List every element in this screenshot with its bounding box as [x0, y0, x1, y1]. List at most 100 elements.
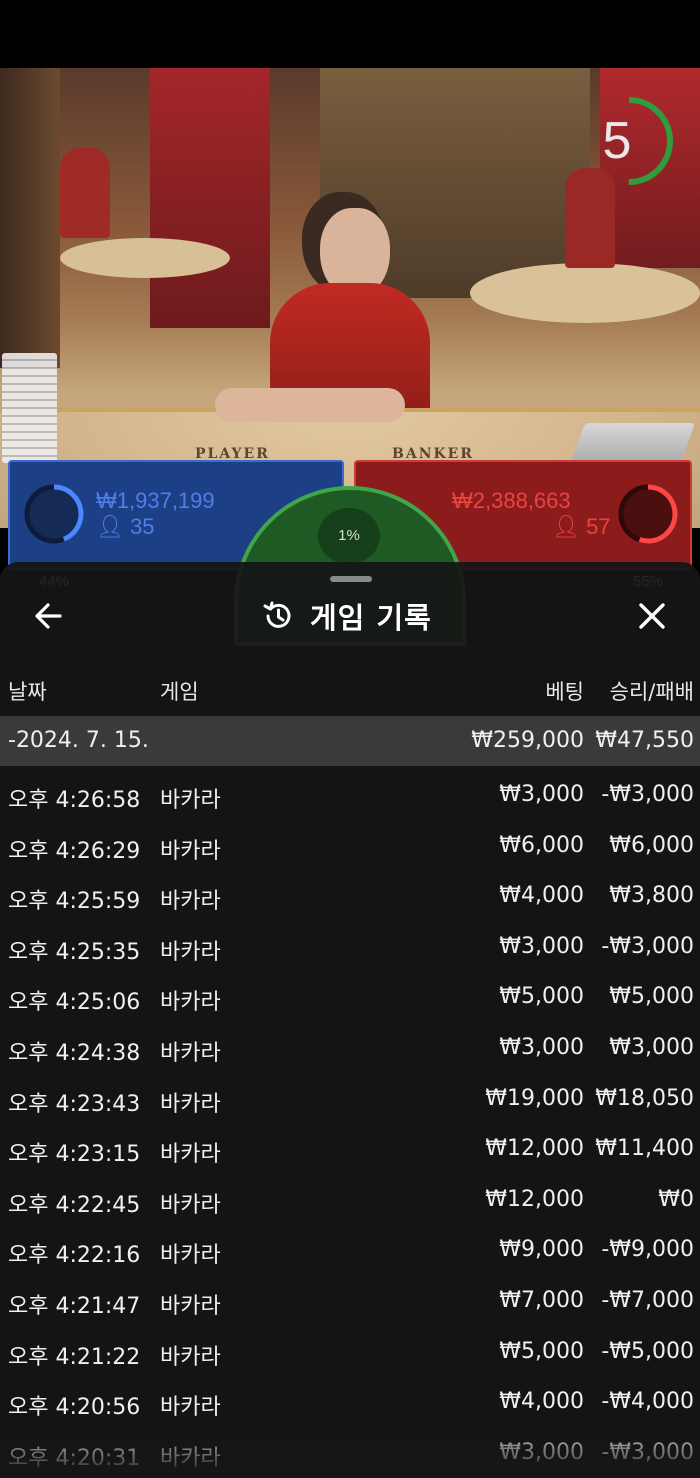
history-row[interactable]: 오후 4:26:58 바카라 ₩3,000 -₩3,000 [0, 770, 700, 820]
row-game: 바카라 [160, 1344, 221, 1370]
row-result-amount: -₩3,000 [601, 782, 694, 807]
row-result-amount: ₩3,000 [609, 1035, 694, 1060]
tie-percent: 1% [318, 508, 380, 564]
row-result-amount: -₩4,000 [601, 1389, 694, 1415]
row-result-amount: -₩3,000 [601, 933, 694, 959]
dealer-arm [215, 388, 405, 422]
row-time: 오후 4:23:43 [8, 1091, 141, 1117]
column-header-date: 날짜 [8, 680, 47, 704]
row-bet-amount: ₩6,000 [499, 832, 584, 858]
row-bet-amount: ₩12,000 [485, 1136, 584, 1162]
banker-count: 👤︎ 57 [552, 514, 611, 540]
column-header-bet: 베팅 [545, 680, 584, 704]
row-result-amount: ₩11,400 [595, 1136, 694, 1162]
row-game: 바카라 [160, 1243, 221, 1269]
history-row[interactable]: 오후 4:23:43 바카라 ₩19,000 ₩18,050 [0, 1074, 700, 1124]
banker-percent-ring: 55% [616, 482, 680, 590]
row-result-amount: ₩0 [658, 1186, 694, 1212]
row-game: 바카라 [160, 1091, 221, 1117]
row-game: 바카라 [160, 1142, 221, 1168]
countdown-value: 5 [602, 112, 632, 170]
sheet-title: 게임 기록 [310, 601, 432, 635]
sheet-header: 게임 기록 [0, 582, 700, 652]
user-icon: 👤︎ [96, 514, 124, 539]
row-time: 오후 4:22:16 [8, 1243, 141, 1269]
banker-total-amount: ₩2,388,663 [452, 488, 571, 513]
backdrop-curtain [0, 68, 60, 368]
row-game: 바카라 [160, 990, 221, 1016]
close-button[interactable] [632, 596, 672, 636]
row-bet-amount: ₩19,000 [485, 1085, 584, 1111]
row-bet-amount: ₩5,000 [499, 1338, 584, 1364]
row-game: 바카라 [160, 1395, 221, 1421]
player-percent-ring: 44% [22, 482, 86, 590]
arrow-left-icon [35, 603, 62, 629]
row-bet-amount: ₩9,000 [499, 1237, 584, 1263]
row-time: 오후 4:26:58 [8, 788, 141, 813]
row-game: 바카라 [160, 889, 221, 915]
row-time: 오후 4:20:56 [8, 1395, 141, 1421]
row-time: 오후 4:23:15 [8, 1142, 141, 1168]
row-bet-amount: ₩4,000 [499, 1389, 584, 1415]
row-time: 오후 4:25:59 [8, 889, 141, 915]
game-history-sheet: 게임 기록 날짜 게임 베팅 승리/패배 -2024. 7. 15. ₩259,… [0, 562, 700, 1478]
row-game: 바카라 [160, 838, 221, 864]
close-icon [639, 603, 665, 629]
row-bet-amount: ₩3,000 [499, 933, 584, 959]
history-row[interactable]: 오후 4:24:38 바카라 ₩3,000 ₩3,000 [0, 1023, 700, 1073]
row-result-amount: -₩7,000 [601, 1288, 694, 1313]
row-time: 오후 4:25:35 [8, 939, 141, 965]
row-bet-amount: ₩12,000 [485, 1186, 584, 1212]
row-result-amount: ₩6,000 [609, 832, 694, 858]
sheet-title-group: 게임 기록 [260, 596, 432, 636]
player-count-value: 35 [130, 514, 155, 539]
history-icon [263, 601, 291, 628]
row-time: 오후 4:21:22 [8, 1344, 141, 1370]
row-bet-amount: ₩3,000 [499, 782, 584, 807]
row-game: 바카라 [160, 1294, 221, 1319]
history-row[interactable]: 오후 4:21:22 바카라 ₩5,000 -₩5,000 [0, 1327, 700, 1377]
history-row[interactable]: 오후 4:25:06 바카라 ₩5,000 ₩5,000 [0, 972, 700, 1022]
row-time: 오후 4:21:47 [8, 1294, 141, 1319]
history-row[interactable]: 오후 4:22:45 바카라 ₩12,000 ₩0 [0, 1175, 700, 1225]
list-fade [0, 1418, 700, 1478]
row-bet-amount: ₩7,000 [499, 1288, 584, 1313]
history-row[interactable]: 오후 4:22:16 바카라 ₩9,000 -₩9,000 [0, 1225, 700, 1275]
row-game: 바카라 [160, 788, 221, 813]
date-group-result-total: ₩47,550 [595, 728, 694, 753]
row-game: 바카라 [160, 1192, 221, 1218]
row-game: 바카라 [160, 939, 221, 965]
background-dealer [60, 148, 110, 238]
player-count: 👤︎ 35 [96, 514, 155, 540]
card-stack [2, 353, 57, 463]
date-group-label: -2024. 7. 15. [8, 728, 149, 753]
row-time: 오후 4:22:45 [8, 1192, 141, 1218]
column-header-game: 게임 [160, 680, 199, 704]
row-result-amount: ₩5,000 [609, 984, 694, 1010]
history-row[interactable]: 오후 4:25:35 바카라 ₩3,000 -₩3,000 [0, 922, 700, 972]
row-time: 오후 4:26:29 [8, 838, 141, 864]
history-row[interactable]: 오후 4:23:15 바카라 ₩12,000 ₩11,400 [0, 1124, 700, 1174]
row-game: 바카라 [160, 1041, 221, 1066]
row-time: 오후 4:25:06 [8, 990, 141, 1016]
history-row[interactable]: 오후 4:25:59 바카라 ₩4,000 ₩3,800 [0, 871, 700, 921]
back-button[interactable] [30, 596, 70, 636]
background-table [60, 238, 230, 278]
countdown-timer: 5 [582, 94, 676, 188]
player-total-amount: ₩1,937,199 [96, 488, 215, 513]
column-header-result: 승리/패배 [609, 680, 694, 704]
row-bet-amount: ₩5,000 [499, 984, 584, 1010]
row-result-amount: ₩18,050 [595, 1085, 694, 1111]
background-table [470, 263, 700, 323]
row-result-amount: -₩9,000 [601, 1237, 694, 1263]
history-row[interactable]: 오후 4:21:47 바카라 ₩7,000 -₩7,000 [0, 1276, 700, 1326]
row-result-amount: ₩3,800 [609, 883, 694, 909]
history-row[interactable]: 오후 4:26:29 바카라 ₩6,000 ₩6,000 [0, 821, 700, 871]
row-bet-amount: ₩4,000 [499, 883, 584, 909]
date-group-bet-total: ₩259,000 [471, 728, 584, 753]
date-group-row[interactable]: -2024. 7. 15. ₩259,000 ₩47,550 [0, 716, 700, 766]
row-result-amount: -₩5,000 [601, 1338, 694, 1364]
row-bet-amount: ₩3,000 [499, 1035, 584, 1060]
row-time: 오후 4:24:38 [8, 1041, 141, 1066]
user-icon: 👤︎ [552, 514, 580, 539]
